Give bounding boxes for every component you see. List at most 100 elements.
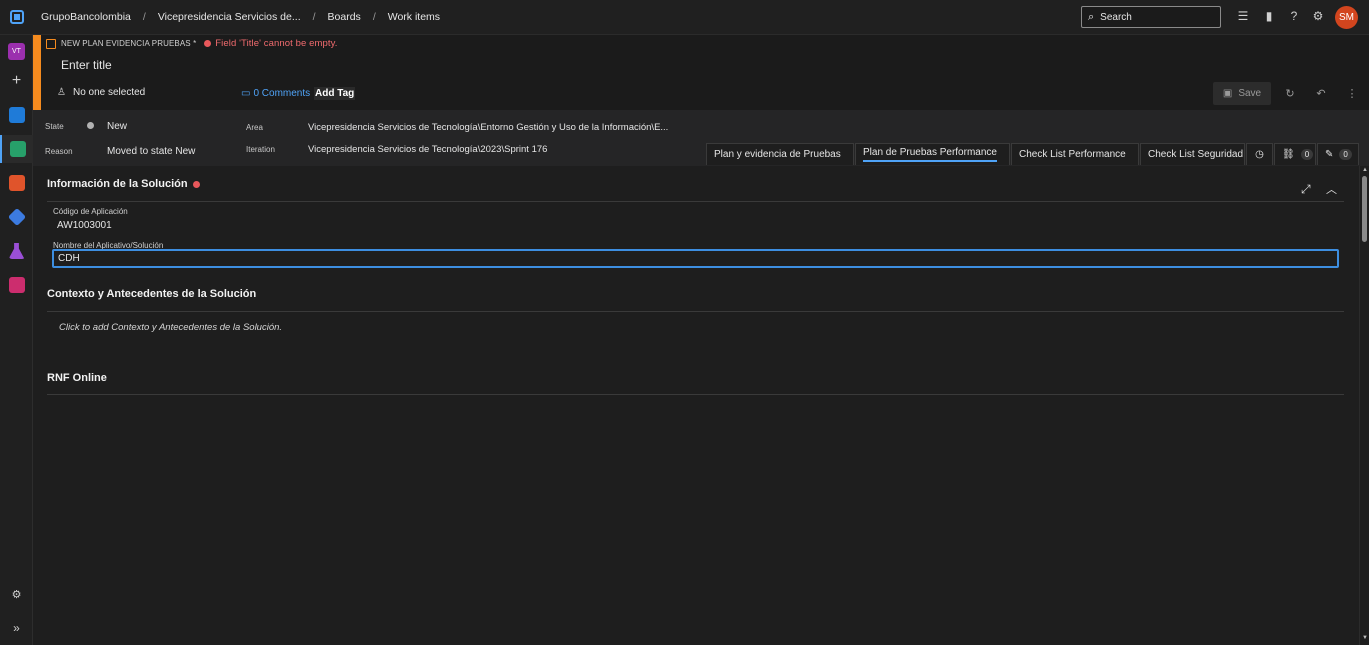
tab-plan-evidencia[interactable]: Plan y evidencia de Pruebas (706, 143, 854, 165)
link-icon: ⛓ (1282, 149, 1295, 160)
avatar[interactable]: SM (1335, 6, 1358, 29)
tab-history[interactable]: ◷ (1246, 143, 1273, 165)
assignee-picker[interactable]: ♙ No one selected (57, 87, 145, 98)
tab-links[interactable]: ⛓ 0 (1274, 143, 1316, 165)
nombre-input[interactable] (52, 249, 1339, 268)
reason-label: Reason (45, 147, 73, 156)
repos-icon (8, 175, 25, 191)
breadcrumb-boards[interactable]: Boards (328, 11, 361, 23)
breadcrumb-org[interactable]: GrupoBancolombia (41, 11, 131, 23)
state-label: State (45, 122, 64, 131)
reason-value[interactable]: Moved to state New (107, 146, 195, 157)
help-icon[interactable]: ? (1286, 9, 1302, 23)
project-initials: VT (8, 42, 25, 60)
scroll-down-icon[interactable]: ▼ (1362, 635, 1368, 641)
attachments-count-badge: 0 (1339, 149, 1352, 160)
state-indicator-icon (87, 122, 94, 129)
chevron-up-icon[interactable]: ︿ (1326, 181, 1337, 197)
double-chevron-icon[interactable]: » (0, 614, 33, 642)
error-icon (204, 40, 212, 47)
section-divider (47, 311, 1344, 312)
work-item-header: NEW PLAN EVIDENCIA PRUEBAS * Field 'Titl… (33, 35, 1369, 110)
section-rnf-online-title[interactable]: RNF Online (47, 372, 107, 384)
scroll-up-icon[interactable]: ▲ (1362, 167, 1368, 173)
nav-boards[interactable] (0, 135, 33, 163)
person-icon: ♙ (57, 87, 66, 98)
tab-check-list-performance[interactable]: Check List Performance (1011, 143, 1139, 165)
comments-label: 0 Comments (253, 88, 311, 99)
section-divider (47, 201, 1344, 202)
vertical-scrollbar[interactable]: ▲ ▼ (1359, 166, 1369, 645)
task-list-icon[interactable]: ☰ (1235, 9, 1251, 23)
breadcrumb: GrupoBancolombia / Vicepresidencia Servi… (41, 11, 440, 23)
breadcrumb-separator: / (142, 11, 146, 23)
breadcrumb-separator: / (372, 11, 376, 23)
paperclip-icon: ✎ (1325, 149, 1334, 160)
section-informacion-title[interactable]: Información de la Solución (47, 178, 200, 190)
add-icon[interactable]: + (0, 67, 33, 95)
tab-label: Check List Seguridad (1148, 149, 1244, 160)
nav-artifacts[interactable] (0, 271, 33, 299)
test-plans-icon (8, 243, 25, 259)
tab-label: Plan y evidencia de Pruebas (714, 149, 841, 160)
boards-icon (9, 141, 26, 157)
pipelines-icon (7, 207, 26, 227)
work-item-type-label: NEW PLAN EVIDENCIA PRUEBAS * (61, 39, 197, 48)
links-count-badge: 0 (1300, 149, 1314, 160)
section-title-text: Información de la Solución (47, 178, 188, 190)
search-label: Search (1100, 11, 1132, 23)
search-box[interactable]: ⌕ Search (1081, 6, 1221, 28)
contexto-editor[interactable]: Click to add Contexto y Antecedentes de … (59, 322, 282, 333)
nav-repos[interactable] (0, 169, 33, 197)
overview-icon (8, 107, 25, 123)
section-title-text: RNF Online (47, 372, 107, 384)
area-value[interactable]: Vicepresidencia Servicios de Tecnología\… (308, 122, 668, 133)
save-button[interactable]: ▣ Save (1213, 82, 1271, 105)
tab-label: Check List Performance (1019, 149, 1126, 160)
area-label: Area (246, 123, 263, 132)
artifacts-icon (8, 277, 25, 293)
iteration-value[interactable]: Vicepresidencia Servicios de Tecnología\… (308, 144, 547, 155)
shopping-bag-icon[interactable]: ▮ (1261, 9, 1277, 23)
error-message: Field 'Title' cannot be empty. (215, 38, 338, 49)
title-input[interactable]: Enter title (61, 58, 112, 72)
section-divider (47, 394, 1344, 395)
azure-devops-logo[interactable] (0, 0, 33, 35)
error-icon (192, 180, 200, 188)
project-avatar[interactable]: VT (0, 37, 33, 65)
comments-link[interactable]: ▭ 0 Comments (241, 88, 310, 99)
work-item-type-accent (33, 35, 41, 110)
codigo-value[interactable]: AW1003001 (57, 220, 112, 231)
save-icon: ▣ (1222, 88, 1233, 99)
save-label: Save (1238, 88, 1262, 99)
nav-test-plans[interactable] (0, 237, 33, 265)
scroll-thumb[interactable] (1362, 176, 1367, 242)
nav-pipelines[interactable] (0, 203, 33, 231)
top-bar: GrupoBancolombia / Vicepresidencia Servi… (0, 0, 1369, 35)
history-icon: ◷ (1255, 149, 1264, 160)
nav-overview[interactable] (0, 101, 33, 129)
tab-attachments[interactable]: ✎ 0 (1317, 143, 1359, 165)
azure-devops-icon (9, 10, 24, 24)
comment-icon: ▭ (241, 88, 251, 99)
search-icon: ⌕ (1088, 10, 1095, 23)
state-value[interactable]: New (107, 121, 127, 132)
more-options-icon[interactable]: ⋮ (1345, 87, 1359, 100)
section-title-text: Contexto y Antecedentes de la Solución (47, 288, 257, 300)
breadcrumb-project[interactable]: Vicepresidencia Servicios de... (158, 11, 301, 23)
breadcrumb-work-items[interactable]: Work items (388, 11, 440, 23)
gear-icon[interactable]: ⚙ (0, 580, 33, 608)
breadcrumb-separator: / (312, 11, 316, 23)
work-item-type-icon (46, 38, 56, 49)
undo-icon[interactable]: ↶ (1314, 87, 1328, 100)
tab-content: Información de la Solución ⤢ ︿ Código de… (33, 166, 1359, 645)
add-tag-button[interactable]: Add Tag (314, 87, 356, 100)
tab-label: Plan de Pruebas Performance (863, 147, 997, 162)
user-settings-icon[interactable]: ⚙ (1310, 9, 1326, 23)
maximize-icon[interactable]: ⤢ (1301, 182, 1311, 197)
tab-check-list-seguridad[interactable]: Check List Seguridad (1140, 143, 1245, 165)
section-contexto-title[interactable]: Contexto y Antecedentes de la Solución (47, 288, 256, 300)
tab-plan-pruebas-performance[interactable]: Plan de Pruebas Performance (855, 143, 1010, 165)
left-nav: VT + ⚙ » (0, 35, 33, 645)
refresh-icon[interactable]: ↻ (1283, 87, 1297, 100)
